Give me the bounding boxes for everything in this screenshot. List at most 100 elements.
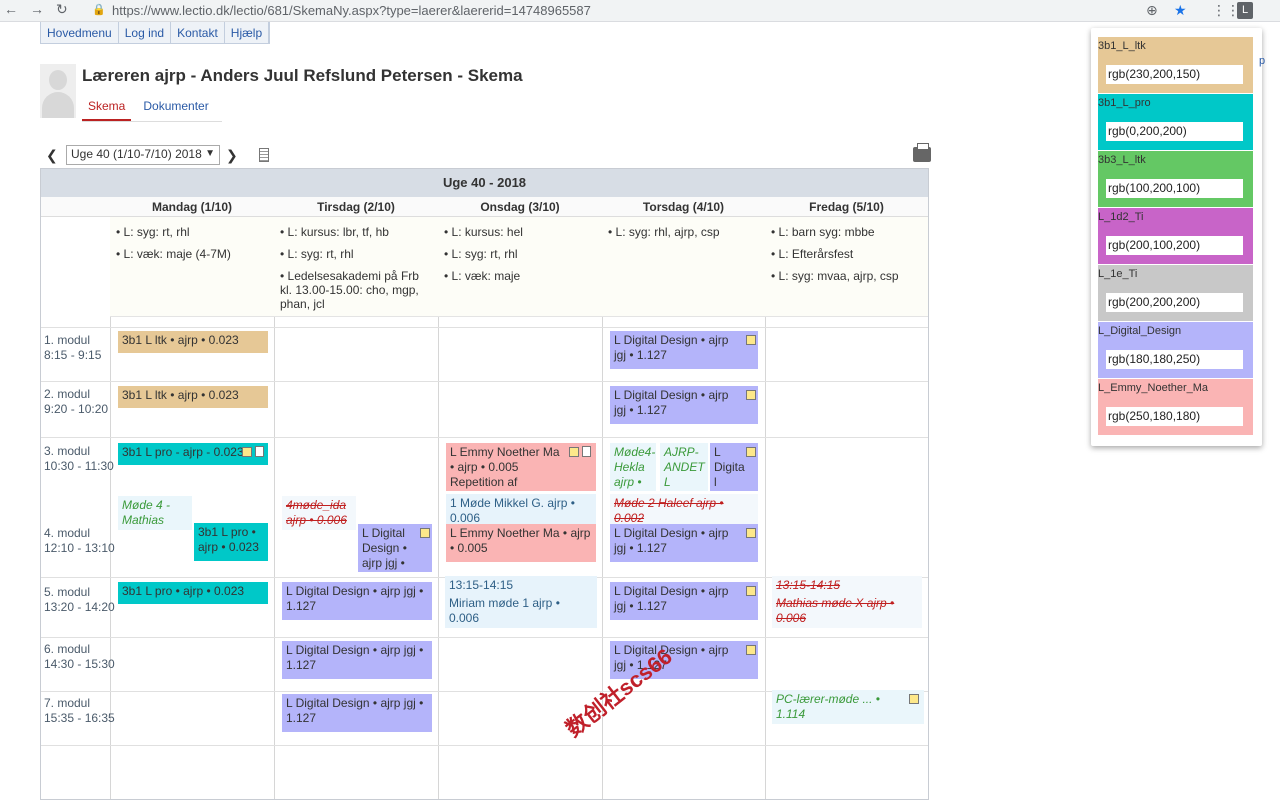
zoom-icon[interactable]: ⊕ — [1146, 2, 1158, 19]
week-select-value: Uge 40 (1/10-7/10) 2018 — [71, 147, 202, 161]
day-header-blank — [41, 197, 110, 217]
lesson-block[interactable]: L Digital Design • ajrp jgj • 1.127 — [282, 641, 432, 679]
color-input[interactable]: rgb(0,200,200) — [1106, 122, 1243, 141]
day-notes: • L: syg: rt, rhl • L: væk: maje (4-7M) — [110, 217, 274, 317]
chevron-down-icon: ▼ — [205, 148, 215, 159]
module-label: 7. modul 15:35 - 16:35 — [44, 696, 115, 725]
legend-item: 3b3_L_ltk rgb(100,200,100) — [1098, 151, 1253, 207]
menu-hovedmenu[interactable]: Hovedmenu — [41, 22, 119, 43]
meeting-title: Mathias møde X ajrp • 0.006 — [776, 596, 895, 625]
forward-icon[interactable]: → — [30, 1, 44, 17]
color-input[interactable]: rgb(230,200,150) — [1106, 65, 1243, 84]
lesson-block[interactable]: L Digital Design • ajrp jgj • 1.127 — [610, 386, 758, 424]
lesson-block[interactable]: L Digital Design • ajrp jgj • 1.127 — [282, 694, 432, 732]
cancelled-block[interactable]: Møde 2 Haleef ajrp • 0.002 — [610, 494, 758, 524]
top-menu: Hovedmenu Log ind Kontakt Hjælp — [40, 22, 271, 44]
lesson-block[interactable]: L Emmy Noether Ma • ajrp • 0.005 — [446, 524, 596, 562]
legend-item: L_1d2_Ti rgb(200,100,200) — [1098, 208, 1253, 264]
edge-link[interactable]: p — [1259, 55, 1265, 67]
color-input[interactable]: rgb(200,100,200) — [1106, 236, 1243, 255]
legend-item: L_Digital_Design rgb(180,180,250) — [1098, 322, 1253, 378]
row-divider — [41, 745, 928, 746]
module-label: 4. modul 12:10 - 13:10 — [44, 526, 115, 555]
document-icon — [255, 446, 264, 457]
day-header: Fredag (5/10) — [765, 197, 928, 217]
color-input[interactable]: rgb(250,180,180) — [1106, 407, 1243, 426]
color-input[interactable]: rgb(180,180,250) — [1106, 350, 1243, 369]
lesson-block[interactable]: 3b1 L ltk • ajrp • 0.023 — [118, 331, 268, 353]
row-divider — [41, 637, 928, 638]
legend-item: 3b1_L_ltk rgb(230,200,150) — [1098, 37, 1253, 93]
tab-skema[interactable]: Skema — [82, 96, 132, 121]
cancelled-block[interactable]: 13:15-14:15 Mathias møde X ajrp • 0.006 — [772, 576, 922, 628]
meeting-title: Miriam møde 1 ajrp • 0.006 — [449, 596, 560, 625]
note-icon — [746, 447, 756, 457]
meeting-block[interactable]: Møde4-Hekla ajrp • — [610, 443, 656, 491]
extensions-icon[interactable]: ⋮⋮ — [1212, 2, 1240, 19]
note-icon — [420, 528, 430, 538]
day-header: Onsdag (3/10) — [438, 197, 602, 217]
note: • L: væk: maje — [444, 269, 521, 283]
meeting-time: 13:15-14:15 — [776, 578, 841, 592]
note-icon — [746, 586, 756, 596]
print-icon[interactable] — [913, 143, 931, 162]
lock-icon: 🔒 — [92, 4, 106, 16]
menu-log-ind[interactable]: Log ind — [119, 22, 172, 43]
address-bar[interactable]: https://www.lectio.dk/lectio/681/SkemaNy… — [112, 3, 591, 18]
document-icon — [582, 446, 591, 457]
note-icon — [746, 528, 756, 538]
row-divider — [41, 437, 928, 438]
module-label: 2. modul 9:20 - 10:20 — [44, 387, 109, 416]
legend-item: 3b1_L_pro rgb(0,200,200) — [1098, 94, 1253, 150]
lesson-block[interactable]: 3b1 L ltk • ajrp • 0.023 — [118, 386, 268, 408]
avatar — [40, 64, 76, 118]
note: • L: syg: rt, rhl — [116, 225, 190, 239]
day-header: Mandag (1/10) — [110, 197, 274, 217]
lesson-block[interactable]: 3b1 L pro • ajrp • 0.023 — [194, 523, 268, 561]
tab-dokumenter[interactable]: Dokumenter — [137, 96, 214, 121]
day-notes: • L: syg: rhl, ajrp, csp — [602, 217, 765, 317]
week-select[interactable]: Uge 40 (1/10-7/10) 2018 ▼ — [66, 145, 220, 165]
meeting-block[interactable]: PC-lærer-møde ... • 1.114 — [772, 690, 924, 724]
note-icon — [746, 335, 756, 345]
lesson-block[interactable]: L Digital Design • ajrp jgj • 1.127 — [610, 524, 758, 562]
row-divider — [41, 381, 928, 382]
color-input[interactable]: rgb(100,200,100) — [1106, 179, 1243, 198]
reload-icon[interactable]: ↻ — [56, 1, 68, 18]
meeting-block[interactable]: Møde 4 - Mathias — [118, 496, 192, 530]
week-title: Uge 40 - 2018 — [41, 169, 928, 197]
day-notes: • L: barn syg: mbbe • L: Efterårsfest • … — [765, 217, 928, 317]
back-icon[interactable]: ← — [4, 1, 18, 17]
legend-item: L_1e_Ti rgb(200,200,200) — [1098, 265, 1253, 321]
note: • Ledelsesakademi på Frb kl. 13.00-15.00… — [280, 269, 419, 311]
day-notes: • L: kursus: hel • L: syg: rt, rhl • L: … — [438, 217, 602, 317]
module-label: 6. modul 14:30 - 15:30 — [44, 642, 115, 671]
lesson-block[interactable]: L Digital Design • ajrp jgj • 1.127 — [610, 331, 758, 369]
note: • L: barn syg: mbbe — [771, 225, 875, 239]
lesson-block[interactable]: L Digital Design • ajrp jgj • 1.127 — [282, 582, 432, 620]
bookmark-star-icon[interactable]: ★ — [1174, 2, 1187, 19]
cancelled-block[interactable]: 4møde_ida ajrp • 0.006 — [282, 496, 356, 530]
note-icon — [569, 447, 579, 457]
note: • L: syg: rhl, ajrp, csp — [608, 225, 720, 239]
menu-hjaelp[interactable]: Hjælp — [225, 22, 270, 43]
note-icon — [909, 694, 919, 704]
page-tabs: Skema Dokumenter — [82, 96, 222, 122]
note: • L: syg: rt, rhl — [280, 247, 354, 261]
calendar-icon[interactable] — [259, 148, 269, 162]
browser-toolbar: ← → ↻ 🔒 https://www.lectio.dk/lectio/681… — [0, 0, 1280, 22]
meeting-block[interactable]: 1 Møde Mikkel G. ajrp • 0.006 — [446, 494, 596, 524]
meeting-block[interactable]: 13:15-14:15 Miriam møde 1 ajrp • 0.006 — [445, 576, 597, 628]
day-header: Tirsdag (2/10) — [274, 197, 438, 217]
color-input[interactable]: rgb(200,200,200) — [1106, 293, 1243, 312]
menu-kontakt[interactable]: Kontakt — [171, 22, 225, 43]
note: • L: væk: maje (4-7M) — [116, 247, 231, 261]
note: • L: syg: rt, rhl — [444, 247, 518, 261]
lesson-block[interactable]: L Digital Design • ajrp jgj • 1.127 — [610, 582, 758, 620]
meeting-block[interactable]: AJRP-ANDET L Digital — [660, 443, 708, 491]
lesson-block[interactable]: 3b1 L pro • ajrp • 0.023 — [118, 582, 268, 604]
extension-l-icon[interactable]: L — [1237, 2, 1253, 19]
day-notes: • L: kursus: lbr, tf, hb • L: syg: rt, r… — [274, 217, 438, 317]
next-week-icon[interactable]: ❯ — [226, 147, 240, 164]
prev-week-icon[interactable]: ❮ — [46, 147, 60, 164]
